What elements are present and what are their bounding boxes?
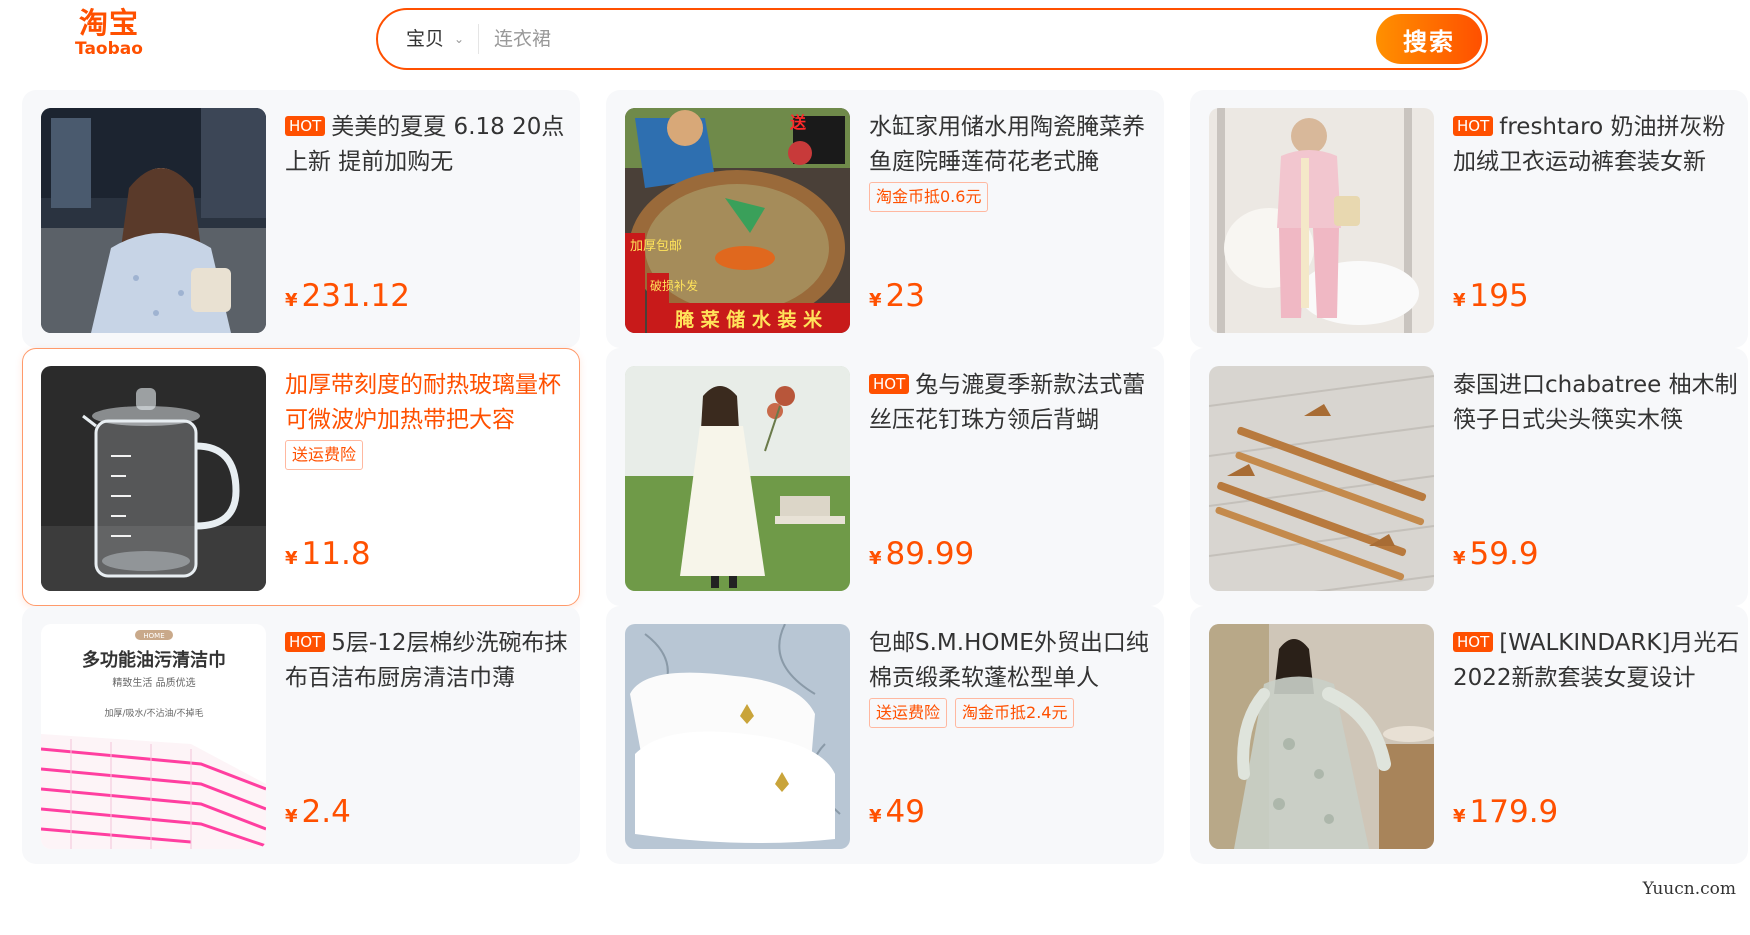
product-image[interactable] <box>1209 366 1434 591</box>
svg-text:破损补发: 破损补发 <box>650 278 698 293</box>
product-image[interactable] <box>1209 624 1434 849</box>
product-title[interactable]: HOT [WALKINDARK]月光石2022新款套装女夏设计 <box>1453 626 1743 696</box>
product-title[interactable]: 水缸家用储水用陶瓷腌菜养鱼庭院睡莲荷花老式腌 <box>869 110 1159 180</box>
product-image[interactable] <box>1209 108 1434 333</box>
product-tags <box>1453 182 1743 216</box>
search-divider <box>478 24 479 54</box>
svg-text:HOME: HOME <box>143 632 164 640</box>
product-price: ¥23 <box>869 278 925 314</box>
product-card-selected[interactable]: 加厚带刻度的耐热玻璃量杯可微波炉加热带把大容 送运费险 ¥11.8 <box>22 348 580 606</box>
product-card[interactable]: HOT 兔与漉夏季新款法式蕾丝压花钉珠方领后背蝴 ¥89.99 <box>606 348 1164 606</box>
search-category-label: 宝贝 <box>406 28 445 50</box>
chevron-down-icon: ⌄ <box>454 32 465 46</box>
product-card[interactable]: 泰国进口chabatree 柚木制筷子日式尖头筷实木筷 ¥59.9 <box>1190 348 1748 606</box>
hot-badge: HOT <box>285 632 326 652</box>
product-card[interactable]: HOME 多功能油污清洁巾 精致生活 品质优选 加厚/吸水/不沾油/不掉毛 HO… <box>22 606 580 864</box>
product-price: ¥2.4 <box>285 794 351 830</box>
product-price: ¥49 <box>869 794 925 830</box>
product-image[interactable] <box>41 366 266 591</box>
product-price: ¥179.9 <box>1453 794 1559 830</box>
product-info: 加厚带刻度的耐热玻璃量杯可微波炉加热带把大容 送运费险 ¥11.8 <box>285 366 575 591</box>
product-info: HOT freshtaro 奶油拼灰粉加绒卫衣运动裤套装女新 ¥195 <box>1453 108 1743 333</box>
product-info: 水缸家用储水用陶瓷腌菜养鱼庭院睡莲荷花老式腌 淘金币抵0.6元 ¥23 <box>869 108 1159 333</box>
product-card[interactable]: HOT freshtaro 奶油拼灰粉加绒卫衣运动裤套装女新 ¥195 <box>1190 90 1748 348</box>
hot-badge: HOT <box>1453 632 1494 652</box>
logo-en-text: Taobao <box>75 39 143 59</box>
promo-tag: 送运费险 <box>869 698 948 728</box>
product-price: ¥231.12 <box>285 278 411 314</box>
product-price: ¥195 <box>1453 278 1529 314</box>
product-info: HOT 5层-12层棉纱洗碗布抹布百洁布厨房清洁巾薄 ¥2.4 <box>285 624 575 849</box>
product-image[interactable]: HOME 多功能油污清洁巾 精致生活 品质优选 加厚/吸水/不沾油/不掉毛 <box>41 624 266 849</box>
taobao-logo[interactable]: 淘宝 Taobao <box>64 6 154 62</box>
product-title[interactable]: HOT 兔与漉夏季新款法式蕾丝压花钉珠方领后背蝴 <box>869 368 1159 438</box>
promo-tag: 淘金币抵0.6元 <box>869 182 989 212</box>
promo-tag: 淘金币抵2.4元 <box>955 698 1075 728</box>
svg-text:送: 送 <box>789 113 807 132</box>
product-tags: 送运费险 淘金币抵2.4元 <box>869 698 1159 732</box>
product-card[interactable]: HOT [WALKINDARK]月光石2022新款套装女夏设计 ¥179.9 <box>1190 606 1748 864</box>
product-info: HOT 兔与漉夏季新款法式蕾丝压花钉珠方领后背蝴 ¥89.99 <box>869 366 1159 591</box>
promo-tag: 送运费险 <box>285 440 364 470</box>
svg-text:加厚包邮: 加厚包邮 <box>630 239 682 254</box>
product-tags <box>869 440 1159 474</box>
svg-text:加厚/吸水/不沾油/不掉毛: 加厚/吸水/不沾油/不掉毛 <box>104 707 203 719</box>
product-tags: 淘金币抵0.6元 <box>869 182 1159 216</box>
search-input[interactable] <box>494 22 1294 56</box>
product-card[interactable]: 包邮S.M.HOME外贸出口纯棉贡缎柔软蓬松型单人 送运费险 淘金币抵2.4元 ¥… <box>606 606 1164 864</box>
svg-text:多功能油污清洁巾: 多功能油污清洁巾 <box>82 649 226 671</box>
product-image[interactable]: 送 加厚包邮 破损补发 腌 菜 储 水 装 米 <box>625 108 850 333</box>
search-button[interactable]: 搜索 <box>1376 14 1482 64</box>
product-price: ¥59.9 <box>1453 536 1539 572</box>
product-title[interactable]: 包邮S.M.HOME外贸出口纯棉贡缎柔软蓬松型单人 <box>869 626 1159 696</box>
product-card[interactable]: HOT 美美的夏夏 6.18 20点上新 提前加购无 ¥231.12 <box>22 90 580 348</box>
product-price: ¥89.99 <box>869 536 975 572</box>
svg-text:精致生活 品质优选: 精致生活 品质优选 <box>112 676 195 689</box>
product-title[interactable]: 加厚带刻度的耐热玻璃量杯可微波炉加热带把大容 <box>285 368 575 438</box>
product-info: HOT [WALKINDARK]月光石2022新款套装女夏设计 ¥179.9 <box>1453 624 1743 849</box>
product-title[interactable]: HOT freshtaro 奶油拼灰粉加绒卫衣运动裤套装女新 <box>1453 110 1743 180</box>
product-info: HOT 美美的夏夏 6.18 20点上新 提前加购无 ¥231.12 <box>285 108 575 333</box>
product-title[interactable]: 泰国进口chabatree 柚木制筷子日式尖头筷实木筷 <box>1453 368 1743 438</box>
product-info: 包邮S.M.HOME外贸出口纯棉贡缎柔软蓬松型单人 送运费险 淘金币抵2.4元 ¥… <box>869 624 1159 849</box>
product-tags <box>1453 440 1743 474</box>
svg-text:腌 菜 储 水 装 米: 腌 菜 储 水 装 米 <box>675 308 823 331</box>
hot-badge: HOT <box>1453 116 1494 136</box>
product-card[interactable]: 送 加厚包邮 破损补发 腌 菜 储 水 装 米 水缸家用储水用陶瓷腌菜养鱼庭院睡… <box>606 90 1164 348</box>
product-title[interactable]: HOT 美美的夏夏 6.18 20点上新 提前加购无 <box>285 110 575 180</box>
logo-cn-text: 淘宝 <box>78 6 139 40</box>
product-tags: 送运费险 <box>285 440 575 474</box>
product-tags <box>1453 698 1743 732</box>
product-title[interactable]: HOT 5层-12层棉纱洗碗布抹布百洁布厨房清洁巾薄 <box>285 626 575 696</box>
hot-badge: HOT <box>869 374 910 394</box>
product-tags <box>285 698 575 732</box>
watermark: Yuucn.com <box>1642 879 1736 899</box>
product-price: ¥11.8 <box>285 536 371 572</box>
product-tags <box>285 182 575 216</box>
hot-badge: HOT <box>285 116 326 136</box>
product-image[interactable] <box>625 624 850 849</box>
product-info: 泰国进口chabatree 柚木制筷子日式尖头筷实木筷 ¥59.9 <box>1453 366 1743 591</box>
search-category-select[interactable]: 宝贝 ⌄ <box>406 24 464 54</box>
product-image[interactable] <box>41 108 266 333</box>
product-image[interactable] <box>625 366 850 591</box>
search-bar: 宝贝 ⌄ 搜索 <box>376 8 1488 70</box>
header: 淘宝 Taobao 宝贝 ⌄ 搜索 <box>0 0 1750 80</box>
